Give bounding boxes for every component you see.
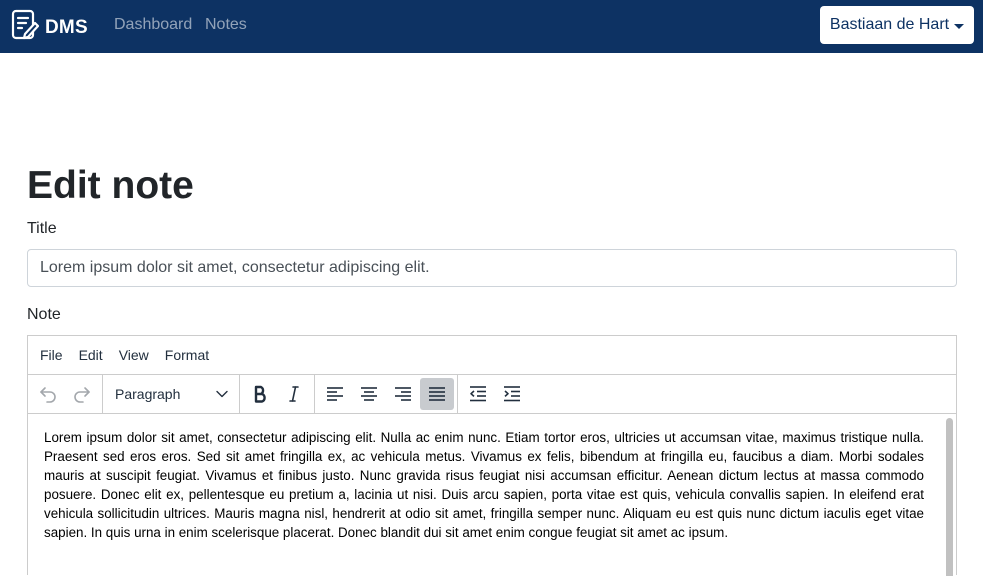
menu-edit[interactable]: Edit: [71, 347, 111, 363]
align-justify-button[interactable]: [420, 378, 454, 410]
block-format-value: Paragraph: [115, 386, 181, 402]
indent-group: [458, 375, 532, 414]
align-center-icon: [361, 387, 377, 401]
nav-link-dashboard[interactable]: Dashboard: [114, 16, 192, 34]
align-right-icon: [395, 387, 411, 401]
editor-scrollbar[interactable]: [946, 418, 953, 576]
page-title: Edit note: [27, 164, 194, 207]
alignment-group: [315, 374, 458, 414]
redo-icon: [74, 387, 90, 403]
nav-link-notes[interactable]: Notes: [205, 16, 247, 34]
bold-button[interactable]: [243, 378, 277, 410]
caret-down-icon: [954, 23, 965, 29]
align-center-button[interactable]: [352, 378, 386, 410]
chevron-down-icon: [216, 390, 228, 398]
bold-icon: [254, 385, 266, 403]
indent-icon: [504, 386, 520, 402]
align-justify-icon: [429, 387, 445, 401]
brand-name: DMS: [45, 16, 88, 38]
history-group: [28, 374, 103, 414]
notes-logo-icon: [11, 9, 40, 46]
title-label: Title: [27, 220, 57, 237]
top-navbar: DMS Dashboard Notes Bastiaan de Hart: [0, 0, 983, 53]
block-format-select[interactable]: Paragraph: [106, 378, 236, 410]
format-group: Paragraph: [103, 374, 240, 414]
menu-file[interactable]: File: [32, 347, 71, 363]
editor-toolbar: Paragraph: [28, 374, 956, 414]
align-left-button[interactable]: [318, 378, 352, 410]
undo-button[interactable]: [31, 378, 65, 410]
style-group: [240, 374, 315, 414]
editor-menubar: File Edit View Format: [28, 336, 956, 375]
undo-icon: [40, 387, 56, 403]
menu-view[interactable]: View: [111, 347, 157, 363]
menu-format[interactable]: Format: [157, 347, 217, 363]
user-name: Bastiaan de Hart: [829, 16, 950, 33]
outdent-icon: [470, 386, 486, 402]
align-right-button[interactable]: [386, 378, 420, 410]
brand-link[interactable]: DMS: [11, 9, 88, 46]
indent-button[interactable]: [495, 378, 529, 410]
editor-content-area[interactable]: Lorem ipsum dolor sit amet, consectetur …: [28, 414, 956, 576]
rich-text-editor: File Edit View Format Paragraph Lorem ip…: [27, 335, 957, 576]
title-input[interactable]: [27, 249, 957, 287]
note-label: Note: [27, 306, 61, 323]
italic-icon: [289, 386, 299, 402]
note-body-text[interactable]: Lorem ipsum dolor sit amet, consectetur …: [28, 414, 956, 542]
align-left-icon: [327, 387, 343, 401]
outdent-button[interactable]: [461, 378, 495, 410]
redo-button[interactable]: [65, 378, 99, 410]
italic-button[interactable]: [277, 378, 311, 410]
user-menu-button[interactable]: Bastiaan de Hart: [820, 6, 974, 44]
